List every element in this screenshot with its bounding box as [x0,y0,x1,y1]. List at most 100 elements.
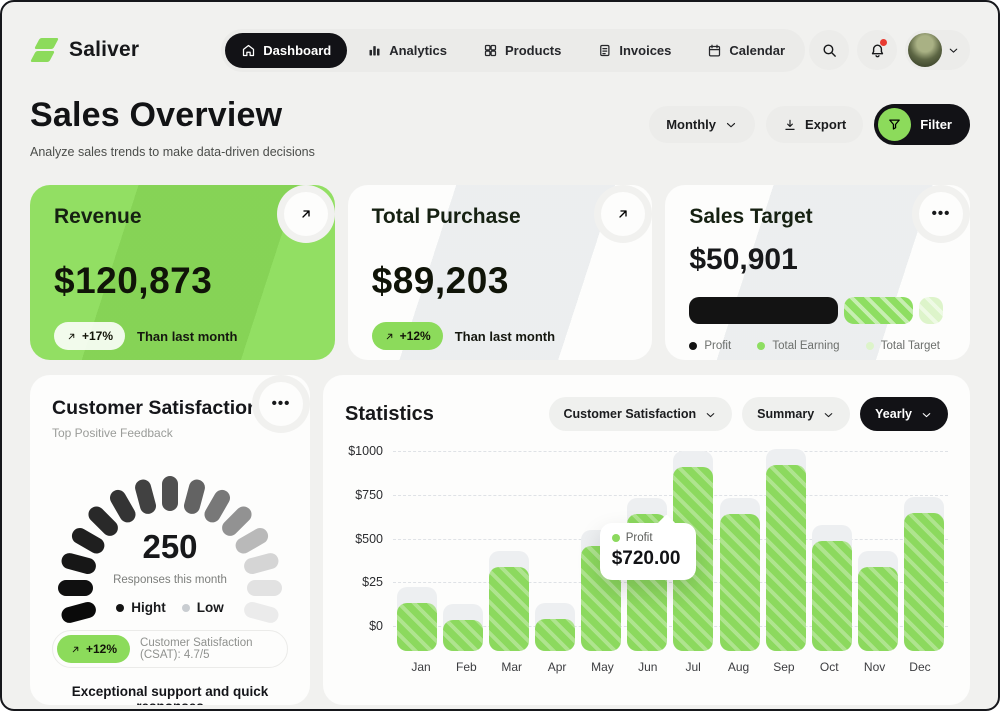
home-icon [241,43,256,58]
chart-x-labels: JanFebMarAprMayJunJulAugSepOctNovDec [345,660,948,674]
bar-apr [535,619,575,651]
chevron-down-icon [822,408,835,421]
chart-plot: Profit $720.00 [393,451,948,651]
legend-item: Total Target [866,340,940,352]
bar-column-oct[interactable] [812,451,852,651]
brand-name: Saliver [69,38,139,62]
y-axis-tick: $750 [355,488,383,502]
sales-target-value: $50,901 [689,243,946,277]
calendar-icon [707,43,722,58]
funnel-icon [887,117,902,132]
dashboard-screen: Saliver Dashboard Analytics Products Invoic… [0,0,1000,711]
legend-item: Total Earning [757,340,839,352]
x-axis-label: Jan [401,660,441,674]
total-purchase-card: Total Purchase $89,203 +12% Than last mo… [348,185,653,360]
bar-column-sep[interactable] [766,451,806,651]
page-title: Sales Overview [30,96,315,135]
csat-pill: +12% Customer Satisfaction (CSAT): 4.7/5 [52,630,288,668]
bar-feb [443,620,483,651]
revenue-value: $120,873 [54,260,311,302]
csat-text: Customer Satisfaction (CSAT): 4.7/5 [140,637,283,661]
download-icon [783,118,797,132]
x-axis-label: Mar [492,660,532,674]
customer-satisfaction-menu-button[interactable]: ••• [259,382,303,426]
bottom-row: ••• Customer Satisfaction Top Positive F… [30,375,970,705]
bar-chart-icon [367,43,382,58]
bar-sep [766,465,806,651]
x-axis-label: Apr [537,660,577,674]
legend-dot [757,342,765,350]
legend-dot [866,342,874,350]
bar-aug [720,514,760,651]
bar-column-feb[interactable] [443,451,483,651]
nav-item-label: Dashboard [263,43,331,58]
export-button[interactable]: Export [766,106,863,143]
search-button[interactable] [809,30,849,70]
bar-column-apr[interactable] [535,451,575,651]
x-axis-label: Aug [719,660,759,674]
bar-column-jan[interactable] [397,451,437,651]
bar-oct [812,541,852,651]
legend-label: Total Earning [772,340,839,352]
x-axis-label: Sep [764,660,804,674]
y-axis-tick: $0 [369,619,383,633]
nav-item-invoices[interactable]: Invoices [581,33,687,68]
notifications-button[interactable] [857,30,897,70]
x-axis-label: Dec [900,660,940,674]
arrow-up-right-icon [66,331,77,342]
user-menu[interactable] [905,30,970,70]
chevron-down-icon [704,408,717,421]
statistics-filters: Customer Satisfaction Summary Yearly [549,397,949,431]
progress-segment-total-earning [844,297,913,324]
legend-label: Profit [704,340,731,352]
period-dropdown[interactable]: Monthly [649,106,755,143]
bar-chart: $1000$750$500$25$0 Profit $720.00 [345,451,948,651]
legend-label: Total Target [881,340,940,352]
export-button-label: Export [805,117,846,132]
satisfaction-footer: Exceptional support and quick responses [52,684,288,705]
chevron-down-icon [724,118,738,132]
sales-target-legend: Profit Total Earning Total Target [689,340,946,352]
x-axis-label: Jun [628,660,668,674]
arrow-up-right-icon [70,644,81,655]
nav-item-analytics[interactable]: Analytics [351,33,463,68]
brand-logo-icon [30,35,60,65]
nav-item-dashboard[interactable]: Dashboard [225,33,347,68]
revenue-trend-note: Than last month [137,329,237,344]
sales-target-progress [689,297,946,324]
bar-column-nov[interactable] [858,451,898,651]
ellipsis-icon: ••• [272,399,291,409]
bar-jan [397,603,437,651]
satisfaction-gauge: 250 Responses this month [52,456,288,588]
notification-dot [880,39,887,46]
stats-filter-yearly[interactable]: Yearly [860,397,948,431]
filter-button[interactable]: Filter [874,104,970,145]
tooltip-series-dot [612,534,620,542]
arrow-up-right-icon [384,331,395,342]
nav-item-calendar[interactable]: Calendar [691,33,801,68]
filter-button-label: Filter [920,117,952,132]
nav-item-label: Products [505,43,561,58]
x-axis-label: Feb [446,660,486,674]
tooltip-series-label: Profit [626,532,653,544]
top-bar: Saliver Dashboard Analytics Products Invoic… [30,26,970,74]
x-axis-label: Nov [855,660,895,674]
x-axis-label: Jul [673,660,713,674]
stats-filter-customer-satisfaction[interactable]: Customer Satisfaction [549,397,733,431]
main-nav: Dashboard Analytics Products InvoicesCalend… [221,29,805,72]
bar-column-dec[interactable] [904,451,944,651]
chevron-down-icon [920,408,933,421]
statistics-title: Statistics [345,403,434,426]
sales-target-card-title: Sales Target [689,205,946,229]
chart-y-axis: $1000$750$500$25$0 [345,451,393,651]
bar-column-aug[interactable] [720,451,760,651]
kpi-cards-row: Revenue $120,873 +17% Than last month To… [30,185,970,360]
stats-filter-summary[interactable]: Summary [742,397,850,431]
y-axis-tick: $25 [362,575,383,589]
bar-column-mar[interactable] [489,451,529,651]
total-purchase-value: $89,203 [372,260,629,302]
filter-label: Customer Satisfaction [564,407,697,421]
customer-satisfaction-subtitle: Top Positive Feedback [52,426,288,440]
y-axis-tick: $500 [355,532,383,546]
nav-item-products[interactable]: Products [467,33,577,68]
